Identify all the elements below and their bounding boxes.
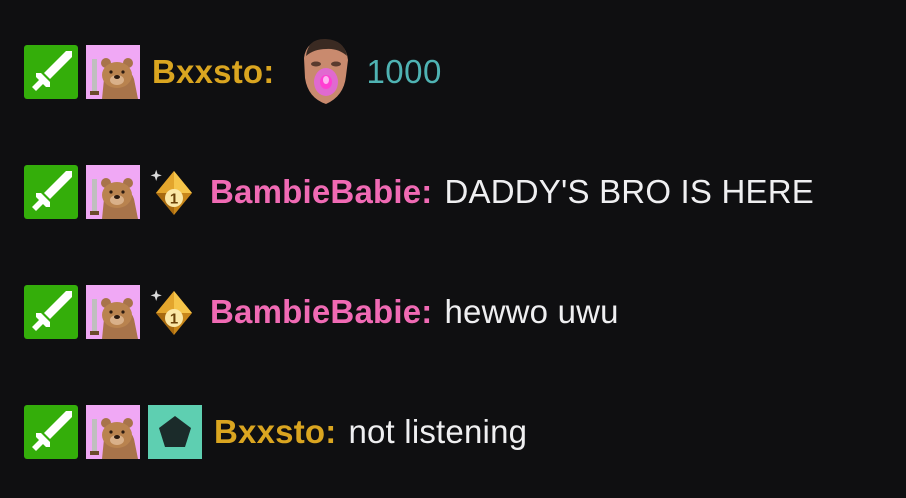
subscriber-bear-icon[interactable] <box>86 405 140 459</box>
chat-message: Bxxsto: not listening <box>24 402 894 462</box>
moderator-sword-icon[interactable] <box>24 405 78 459</box>
chat-message: 1 BambieBabie: DADDY'S BRO IS HERE <box>24 162 894 222</box>
message-text: DADDY'S BRO IS HERE <box>444 173 814 210</box>
moderator-sword-icon[interactable] <box>24 45 78 99</box>
subscriber-bear-icon[interactable] <box>86 45 140 99</box>
username[interactable]: BambieBabie: <box>210 293 432 331</box>
pentagon-icon[interactable] <box>148 405 202 459</box>
cheer-amount: 1000 <box>366 53 442 90</box>
face-cheer-emote <box>294 36 356 108</box>
chat-log: Bxxsto: 1000 1 BambieBabie: DADDY'S BRO … <box>24 38 894 462</box>
subscriber-bear-icon[interactable] <box>86 285 140 339</box>
username[interactable]: Bxxsto: <box>152 53 274 91</box>
moderator-sword-icon[interactable] <box>24 285 78 339</box>
gift-gem-1-icon[interactable]: 1 <box>148 165 198 219</box>
moderator-sword-icon[interactable] <box>24 165 78 219</box>
subscriber-bear-icon[interactable] <box>86 165 140 219</box>
svg-text:1: 1 <box>170 191 178 208</box>
chat-message: 1 BambieBabie: hewwo uwu <box>24 282 894 342</box>
svg-text:1: 1 <box>170 311 178 328</box>
gift-gem-1-icon[interactable]: 1 <box>148 285 198 339</box>
username[interactable]: BambieBabie: <box>210 173 432 211</box>
username[interactable]: Bxxsto: <box>214 413 336 451</box>
message-text: hewwo uwu <box>444 293 619 330</box>
message-text: not listening <box>348 413 528 450</box>
chat-message: Bxxsto: 1000 <box>24 38 894 104</box>
